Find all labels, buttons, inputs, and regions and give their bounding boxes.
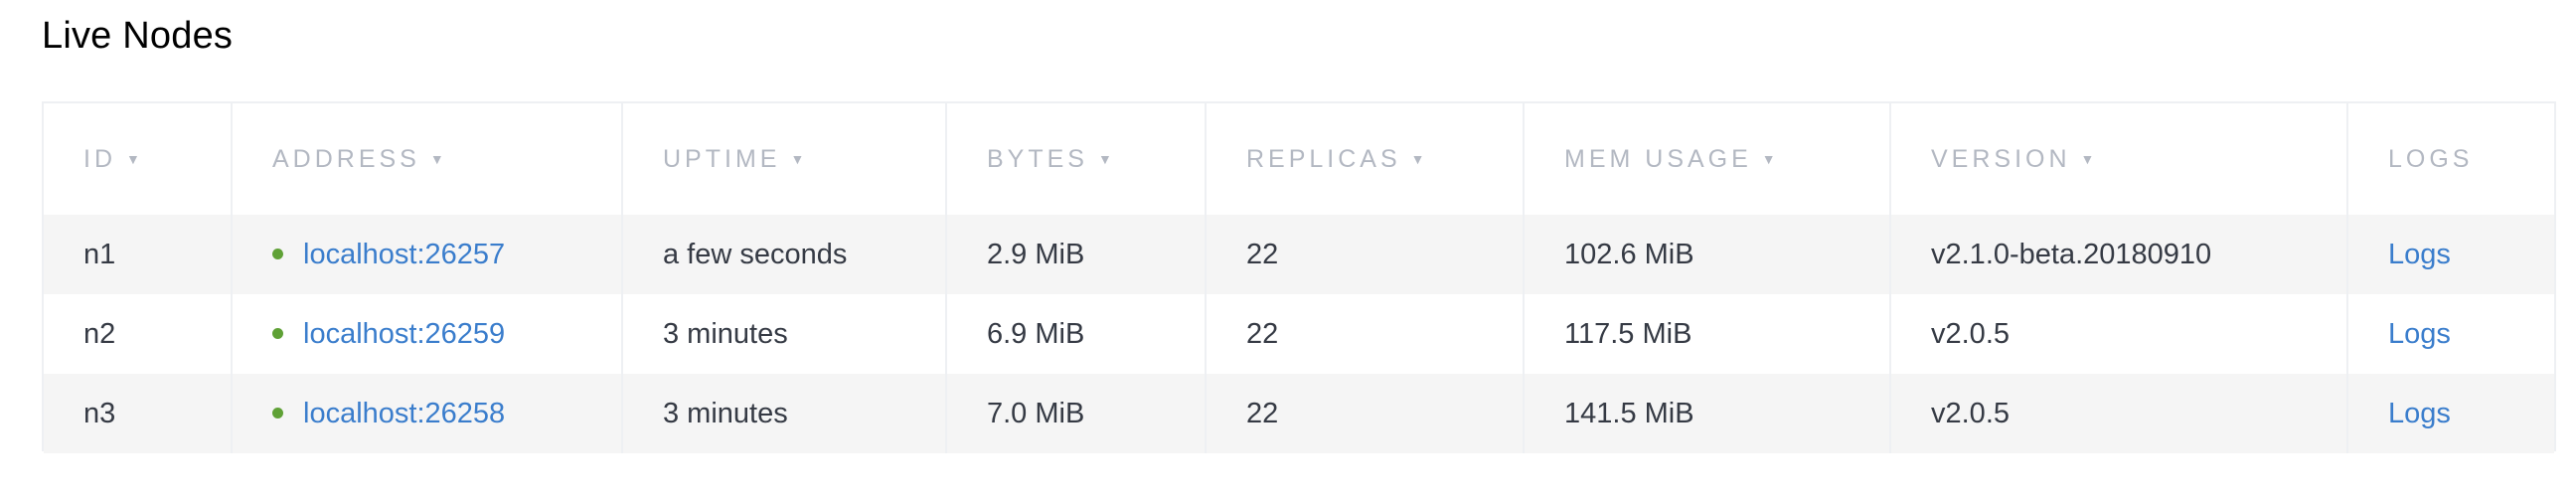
- cell-mem-usage: 102.6 MiB: [1524, 215, 1891, 294]
- cell-address: localhost:26259: [232, 294, 623, 374]
- column-header-uptime[interactable]: UPTIME ▼: [622, 103, 947, 215]
- sort-caret-icon: ▼: [1410, 150, 1425, 167]
- sort-caret-icon: ▼: [790, 150, 805, 167]
- column-header-address[interactable]: ADDRESS ▼: [232, 103, 623, 215]
- column-header-label: BYTES: [987, 144, 1088, 173]
- table-row: n1 localhost:26257 a few seconds 2.9 MiB…: [44, 215, 2554, 294]
- cell-uptime: 3 minutes: [622, 294, 947, 374]
- table-row: n3 localhost:26258 3 minutes 7.0 MiB 22 …: [44, 374, 2554, 453]
- cell-version: v2.1.0-beta.20180910: [1890, 215, 2348, 294]
- column-header-id[interactable]: ID ▼: [44, 103, 233, 215]
- column-header-label: REPLICAS: [1246, 144, 1401, 173]
- column-header-label: ID: [83, 144, 116, 173]
- cell-id: n1: [44, 215, 233, 294]
- table-header-row: ID ▼ ADDRESS ▼ UPTIME ▼ BYTES ▼ REPLICAS ▼ ME…: [44, 103, 2554, 215]
- column-header-version[interactable]: VERSION ▼: [1890, 103, 2348, 215]
- column-header-replicas[interactable]: REPLICAS ▼: [1206, 103, 1525, 215]
- cell-uptime: a few seconds: [622, 215, 947, 294]
- logs-link[interactable]: Logs: [2388, 239, 2451, 270]
- node-address-link[interactable]: localhost:26258: [303, 398, 505, 429]
- column-header-bytes[interactable]: BYTES ▼: [946, 103, 1207, 215]
- cell-bytes: 7.0 MiB: [946, 374, 1207, 453]
- column-header-label: MEM USAGE: [1564, 144, 1752, 173]
- cell-mem-usage: 141.5 MiB: [1524, 374, 1891, 453]
- cell-replicas: 22: [1206, 294, 1525, 374]
- cell-logs: Logs: [2347, 294, 2554, 374]
- cell-bytes: 6.9 MiB: [946, 294, 1207, 374]
- live-nodes-table: ID ▼ ADDRESS ▼ UPTIME ▼ BYTES ▼ REPLICAS ▼ ME…: [42, 101, 2556, 453]
- cell-logs: Logs: [2347, 215, 2554, 294]
- cell-address: localhost:26257: [232, 215, 623, 294]
- cell-id: n3: [44, 374, 233, 453]
- status-dot-icon: [272, 248, 283, 259]
- column-header-mem-usage[interactable]: MEM USAGE ▼: [1524, 103, 1891, 215]
- column-header-label: VERSION: [1931, 144, 2071, 173]
- cell-logs: Logs: [2347, 374, 2554, 453]
- cell-address: localhost:26258: [232, 374, 623, 453]
- node-address-link[interactable]: localhost:26259: [303, 318, 505, 350]
- sort-caret-icon: ▼: [126, 150, 140, 167]
- cell-mem-usage: 117.5 MiB: [1524, 294, 1891, 374]
- cell-uptime: 3 minutes: [622, 374, 947, 453]
- section-title: Live Nodes: [42, 15, 234, 57]
- cell-version: v2.0.5: [1890, 294, 2348, 374]
- table-row: n2 localhost:26259 3 minutes 6.9 MiB 22 …: [44, 294, 2554, 374]
- column-header-logs: LOGS: [2347, 103, 2554, 215]
- column-header-label: UPTIME: [663, 144, 781, 173]
- cell-replicas: 22: [1206, 215, 1525, 294]
- cell-bytes: 2.9 MiB: [946, 215, 1207, 294]
- sort-caret-icon: ▼: [429, 150, 444, 167]
- sort-caret-icon: ▼: [1761, 150, 1776, 167]
- status-dot-icon: [272, 407, 283, 419]
- status-dot-icon: [272, 327, 283, 339]
- cell-replicas: 22: [1206, 374, 1525, 453]
- sort-caret-icon: ▼: [1097, 150, 1112, 167]
- cell-version: v2.0.5: [1890, 374, 2348, 453]
- logs-link[interactable]: Logs: [2388, 398, 2451, 429]
- column-header-label: ADDRESS: [272, 144, 420, 173]
- logs-link[interactable]: Logs: [2388, 318, 2451, 350]
- cell-id: n2: [44, 294, 233, 374]
- live-nodes-page: Live Nodes ID ▼ ADDRESS ▼ UPTIME ▼ BYTES ▼: [0, 0, 2576, 503]
- column-header-label: LOGS: [2388, 144, 2474, 173]
- node-address-link[interactable]: localhost:26257: [303, 239, 505, 270]
- sort-caret-icon: ▼: [2080, 150, 2095, 167]
